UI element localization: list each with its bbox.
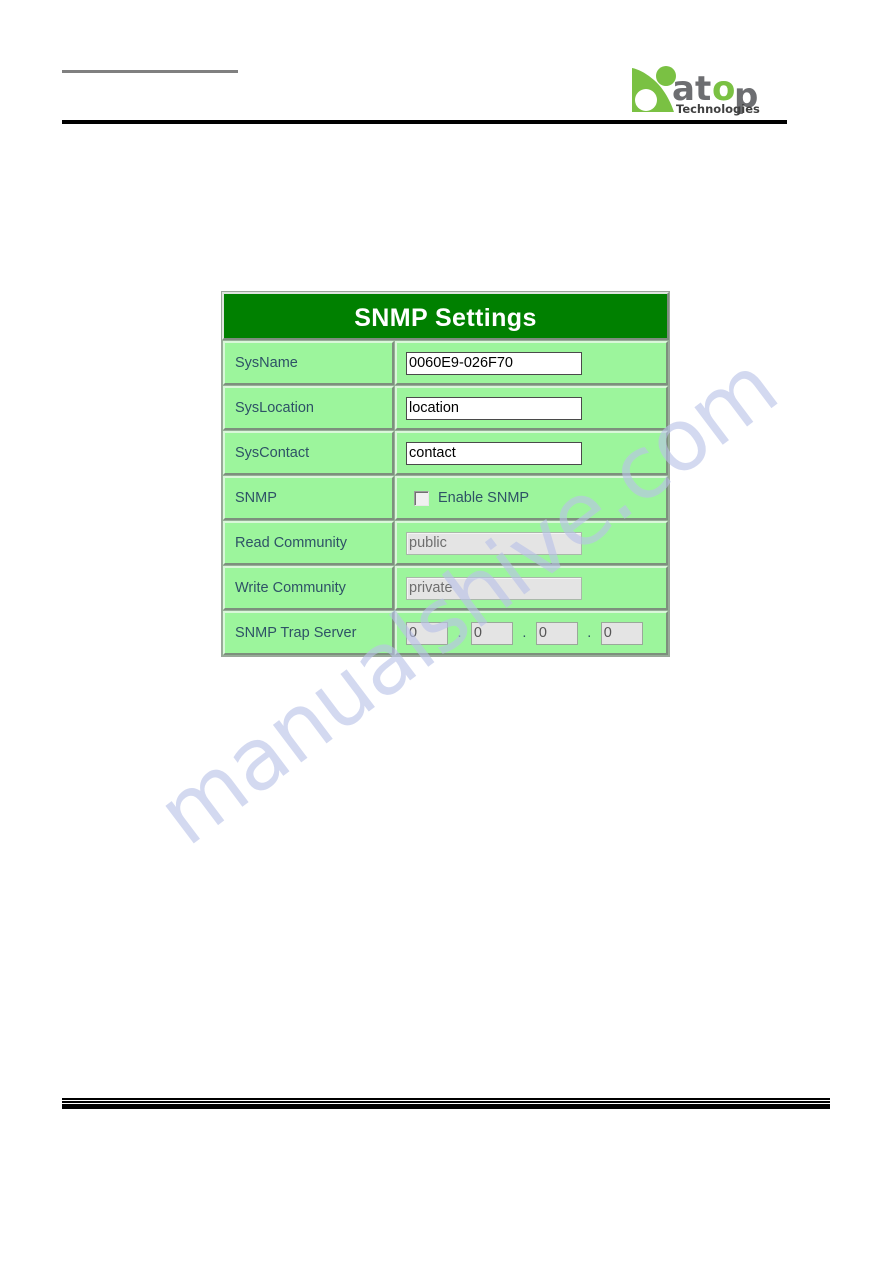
table-row: SNMP Enable SNMP xyxy=(223,476,668,520)
row-label-syslocation: SysLocation xyxy=(223,386,394,430)
table-row: SysName 0060E9-026F70 xyxy=(223,341,668,385)
footer-divider-rule xyxy=(62,1103,830,1109)
snmp-settings-table: SysName 0060E9-026F70 SysLocation locati… xyxy=(222,340,669,656)
table-row: SysLocation location xyxy=(223,386,668,430)
write-community-input[interactable]: private xyxy=(406,576,582,600)
snmp-settings-panel: SNMP Settings SysName 0060E9-026F70 SysL… xyxy=(221,291,670,657)
trap-server-separator-3: . xyxy=(587,625,592,641)
row-label-syscontact: SysContact xyxy=(223,431,394,475)
row-label-write-community: Write Community xyxy=(223,566,394,610)
trap-server-octet-4[interactable]: 0 xyxy=(600,621,643,645)
header-divider-rule xyxy=(62,120,787,124)
atop-logo: at o p Technologies xyxy=(628,62,788,118)
read-community-input[interactable]: public xyxy=(406,531,582,555)
row-field-sysname: 0060E9-026F70 xyxy=(395,341,668,385)
row-field-syscontact: contact xyxy=(395,431,668,475)
trap-server-separator-2: . xyxy=(522,625,527,641)
enable-snmp-label: Enable SNMP xyxy=(438,490,530,506)
row-field-write-community: private xyxy=(395,566,668,610)
panel-title: SNMP Settings xyxy=(222,292,669,340)
row-field-trap-server: 0 . 0 . 0 . 0 xyxy=(395,611,668,655)
enable-snmp-row[interactable]: Enable SNMP xyxy=(406,490,666,506)
row-field-snmp: Enable SNMP xyxy=(395,476,668,520)
footer-divider-rule-thin xyxy=(62,1098,830,1100)
syscontact-input[interactable]: contact xyxy=(406,441,582,465)
table-row: SysContact contact xyxy=(223,431,668,475)
syslocation-input[interactable]: location xyxy=(406,396,582,420)
table-row: SNMP Trap Server 0 . 0 . 0 . 0 xyxy=(223,611,668,655)
row-label-snmp: SNMP xyxy=(223,476,394,520)
trap-server-octet-2[interactable]: 0 xyxy=(470,621,513,645)
row-label-sysname: SysName xyxy=(223,341,394,385)
trap-server-octet-1[interactable]: 0 xyxy=(406,621,448,645)
row-label-trap-server: SNMP Trap Server xyxy=(223,611,394,655)
logo-mark-icon xyxy=(632,66,676,112)
logo-tagline: Technologies xyxy=(676,102,760,116)
trap-server-octet-3[interactable]: 0 xyxy=(535,621,578,645)
table-row: Read Community public xyxy=(223,521,668,565)
header-accent-rule xyxy=(62,70,238,73)
trap-server-separator-1: . xyxy=(457,625,462,641)
sysname-input[interactable]: 0060E9-026F70 xyxy=(406,351,582,375)
row-field-syslocation: location xyxy=(395,386,668,430)
row-field-read-community: public xyxy=(395,521,668,565)
row-label-read-community: Read Community xyxy=(223,521,394,565)
table-row: Write Community private xyxy=(223,566,668,610)
enable-snmp-checkbox[interactable] xyxy=(414,490,429,506)
